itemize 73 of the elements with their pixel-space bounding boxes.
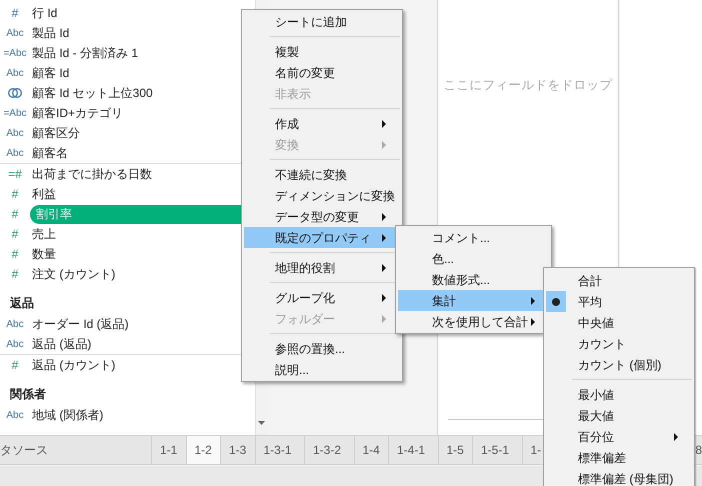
menu-item[interactable]: 標準偏差 (母集団): [546, 468, 692, 486]
menu-item[interactable]: ディメンションに変換: [244, 185, 400, 206]
field-item[interactable]: オーダー Id (返品): [30, 315, 129, 333]
dimension-type-icon: Abc: [6, 336, 24, 352]
field-item[interactable]: 顧客ID+カテゴリ: [30, 104, 124, 122]
submenu-arrow-icon: [382, 264, 386, 272]
submenu-arrow-icon: [382, 140, 386, 148]
field-item[interactable]: 地域 (関係者): [30, 406, 104, 424]
dimension-type-icon: Abc: [6, 126, 24, 140]
dimension-type-icon: #: [12, 4, 18, 22]
submenu-arrow-icon: [382, 294, 386, 302]
submenu-arrow-icon: [531, 318, 535, 326]
submenu-arrow-icon: [382, 314, 386, 322]
menu-item[interactable]: コメント...: [398, 227, 549, 248]
field-item[interactable]: 注文 (カウント): [30, 265, 116, 283]
set-icon: [8, 87, 22, 99]
menu-item[interactable]: シートに追加: [244, 11, 400, 32]
measure-type-icon: =#: [8, 165, 22, 183]
menu-item[interactable]: カウント: [546, 333, 692, 354]
sheet-tab[interactable]: 1-2: [186, 436, 221, 464]
menu-item[interactable]: 平均: [546, 291, 692, 312]
scroll-down-icon[interactable]: [258, 421, 265, 426]
submenu-arrow-icon: [382, 234, 386, 242]
field-item[interactable]: 出荷までに掛かる日数: [30, 165, 152, 183]
submenu-arrow-icon: [382, 120, 386, 128]
field-item[interactable]: 返品 (カウント): [30, 356, 116, 374]
section-heading: 返品: [10, 295, 34, 312]
menu-item[interactable]: 説明...: [244, 359, 400, 380]
submenu-arrow-icon: [531, 296, 535, 304]
field-item[interactable]: 顧客区分: [30, 124, 80, 142]
menu-item[interactable]: 色...: [398, 248, 549, 269]
field-item[interactable]: 売上: [30, 225, 56, 243]
field-item[interactable]: 利益: [30, 185, 56, 203]
menu-item[interactable]: 不連続に変換: [244, 164, 400, 185]
dimension-type-icon: Abc: [6, 66, 24, 80]
menu-item[interactable]: 合計: [546, 270, 692, 291]
dimension-type-icon: =Abc: [3, 106, 27, 120]
sheet-tab[interactable]: 1-4: [354, 436, 389, 464]
field-item[interactable]: 数量: [30, 245, 56, 263]
field-item[interactable]: 行 Id: [30, 4, 58, 22]
field-item[interactable]: 顧客 Id セット上位300: [30, 84, 153, 102]
menu-item[interactable]: 名前の変更: [244, 62, 400, 83]
field-item[interactable]: 製品 Id - 分割済み 1: [30, 44, 138, 62]
submenu-arrow-icon: [674, 432, 678, 440]
measure-type-icon: #: [12, 185, 18, 203]
menu-item[interactable]: 作成: [244, 113, 400, 134]
menu-item[interactable]: 複製: [244, 41, 400, 62]
measure-type-icon: #: [12, 356, 18, 374]
dimension-type-icon: Abc: [6, 146, 24, 160]
menu-item[interactable]: 中央値: [546, 312, 692, 333]
submenu-arrow-icon: [382, 212, 386, 220]
measure-type-icon: #: [12, 205, 18, 223]
menu-item[interactable]: データ型の変更: [244, 206, 400, 227]
dimension-type-icon: =Abc: [3, 46, 27, 60]
measure-type-icon: #: [12, 265, 18, 283]
dimension-type-icon: Abc: [6, 26, 24, 40]
sheet-tab[interactable]: 1-5: [438, 436, 473, 464]
menu-item[interactable]: 最小値: [546, 384, 692, 405]
menu-item[interactable]: 最大値: [546, 405, 692, 426]
dimension-type-icon: Abc: [6, 316, 24, 332]
dimension-type-icon: Abc: [6, 408, 24, 422]
field-item[interactable]: 製品 Id: [30, 24, 70, 42]
field-item[interactable]: 顧客名: [30, 144, 68, 162]
measure-type-icon: #: [12, 245, 18, 263]
field-item[interactable]: 顧客 Id: [30, 64, 70, 82]
menu-item[interactable]: カウント (個別): [546, 354, 692, 375]
drop-zone-hint: ここにフィールドをドロップ: [444, 77, 612, 94]
field-item[interactable]: 返品 (返品): [30, 335, 92, 353]
sheet-tab[interactable]: 1-3-1: [256, 436, 305, 464]
section-heading: 関係者: [10, 386, 46, 403]
menu-item[interactable]: 参照の置換...: [244, 338, 400, 359]
measure-type-icon: #: [12, 225, 18, 243]
sheet-tab[interactable]: 8: [695, 436, 702, 464]
